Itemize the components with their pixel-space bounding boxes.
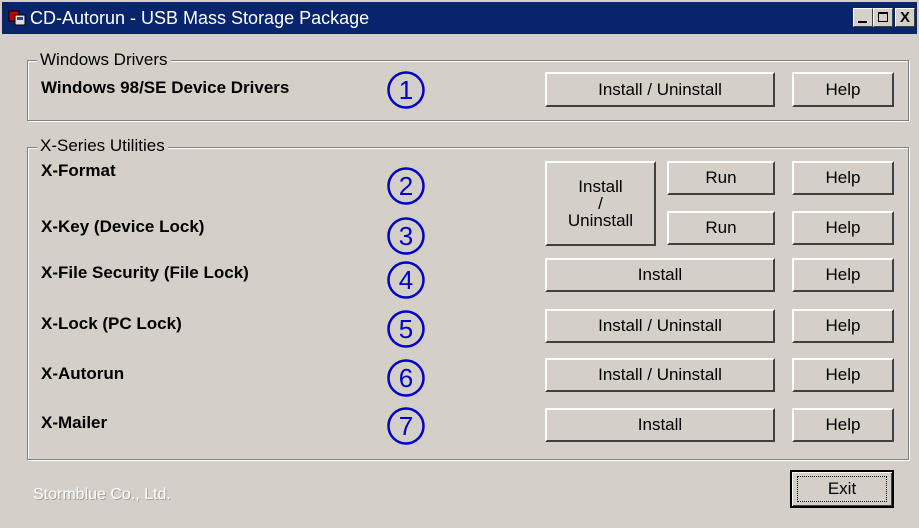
x-autorun-help-button[interactable]: Help: [792, 358, 894, 392]
number-4-icon: 4: [387, 261, 425, 299]
minimize-icon: [858, 21, 867, 23]
autorun-window: CD-Autorun - USB Mass Storage Package X …: [0, 0, 919, 528]
number-2-icon: 2: [387, 167, 425, 205]
row-label-x-key: X-Key (Device Lock): [41, 217, 205, 236]
maximize-button[interactable]: [873, 8, 893, 27]
app-icon: [8, 10, 26, 26]
company-name: Stormblue Co., Ltd.: [33, 486, 171, 503]
x-series-utilities-group: [27, 147, 909, 460]
install-line: Install: [578, 177, 623, 196]
exit-button[interactable]: Exit: [790, 470, 894, 508]
uninstall-line: Uninstall: [567, 211, 634, 230]
number-5-icon: 5: [387, 310, 425, 348]
row-label-x-lock: X-Lock (PC Lock): [41, 314, 182, 333]
x-series-utilities-legend: X-Series Utilities: [37, 136, 168, 156]
svg-text:4: 4: [399, 265, 413, 295]
x-key-help-button[interactable]: Help: [792, 211, 894, 245]
close-button[interactable]: X: [895, 8, 915, 27]
row-label-x-mailer: X-Mailer: [41, 413, 108, 432]
close-icon: X: [899, 9, 910, 26]
x-format-run-button[interactable]: Run: [667, 161, 775, 195]
x-mailer-install-button[interactable]: Install: [545, 408, 775, 442]
x-key-run-button[interactable]: Run: [667, 211, 775, 245]
title-bar[interactable]: CD-Autorun - USB Mass Storage Package X: [2, 2, 917, 34]
x-lock-install-uninstall-button[interactable]: Install / Uninstall: [545, 309, 775, 343]
x-lock-help-button[interactable]: Help: [792, 309, 894, 343]
exit-label: Exit: [797, 476, 887, 502]
number-3-icon: 3: [387, 217, 425, 255]
number-6-icon: 6: [387, 359, 425, 397]
x-file-security-help-button[interactable]: Help: [792, 258, 894, 292]
svg-text:7: 7: [399, 411, 413, 441]
maximize-icon: [878, 12, 888, 22]
x-mailer-help-button[interactable]: Help: [792, 408, 894, 442]
svg-text:1: 1: [399, 75, 413, 105]
x-file-security-install-button[interactable]: Install: [545, 258, 775, 292]
row-label-x-format: X-Format: [41, 161, 116, 180]
svg-text:5: 5: [399, 314, 413, 344]
window-title: CD-Autorun - USB Mass Storage Package: [30, 8, 370, 28]
svg-text:2: 2: [399, 171, 413, 201]
win98-drivers-help-button[interactable]: Help: [792, 72, 894, 107]
slash-line: /: [598, 194, 603, 213]
svg-text:6: 6: [399, 363, 413, 393]
number-1-icon: 1: [387, 71, 425, 109]
row-label-x-file-security: X-File Security (File Lock): [41, 263, 249, 282]
number-7-icon: 7: [387, 407, 425, 445]
x-format-x-key-install-uninstall-button[interactable]: Install / Uninstall: [545, 161, 656, 246]
x-format-help-button[interactable]: Help: [792, 161, 894, 195]
svg-text:3: 3: [399, 221, 413, 251]
x-autorun-install-uninstall-button[interactable]: Install / Uninstall: [545, 358, 775, 392]
row-label-win98-drivers: Windows 98/SE Device Drivers: [41, 78, 290, 97]
row-label-x-autorun: X-Autorun: [41, 364, 125, 383]
win98-drivers-install-uninstall-button[interactable]: Install / Uninstall: [545, 72, 775, 107]
windows-drivers-legend: Windows Drivers: [37, 50, 171, 70]
minimize-button[interactable]: [853, 8, 873, 27]
